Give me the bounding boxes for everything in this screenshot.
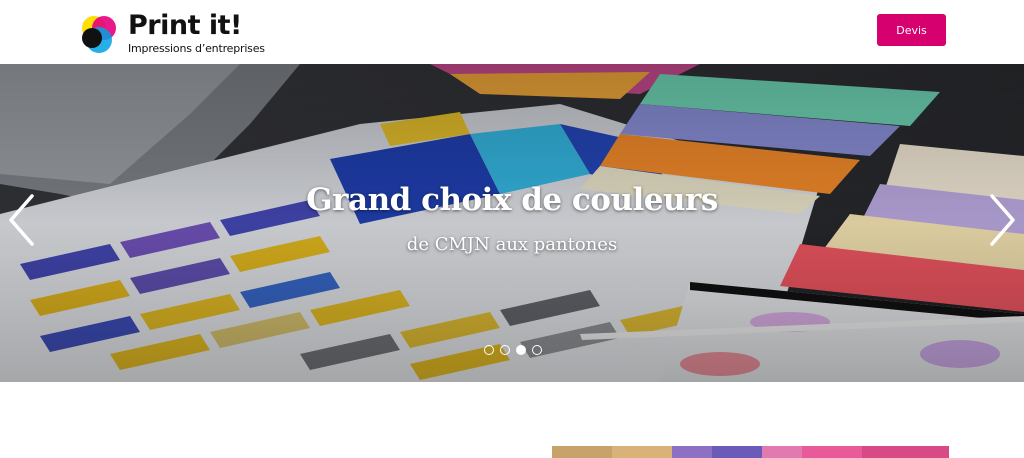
carousel-dot-active[interactable] <box>516 345 526 355</box>
section-image <box>552 446 949 458</box>
carousel-dot[interactable] <box>500 345 510 355</box>
logo-link[interactable]: Print it! Impressions d’entreprises <box>78 10 268 56</box>
brand-name: Print it! <box>128 10 242 41</box>
carousel-dot[interactable] <box>532 345 542 355</box>
devis-button[interactable]: Devis <box>877 14 946 46</box>
slide-title: Grand choix de couleurs <box>306 182 718 218</box>
carousel-dots <box>484 345 544 357</box>
chevron-left-icon[interactable] <box>5 192 39 248</box>
hero-carousel: Grand choix de couleurs de CMJN aux pant… <box>0 64 1024 382</box>
site-header: Print it! Impressions d’entreprises Devi… <box>0 0 1024 64</box>
carousel-dot[interactable] <box>484 345 494 355</box>
chevron-right-icon[interactable] <box>985 192 1019 248</box>
brand-tagline: Impressions d’entreprises <box>128 42 265 55</box>
hero-caption: Grand choix de couleurs de CMJN aux pant… <box>0 64 1024 382</box>
slide-subtitle: de CMJN aux pantones <box>406 234 618 255</box>
cmyk-logo-icon <box>82 16 116 53</box>
